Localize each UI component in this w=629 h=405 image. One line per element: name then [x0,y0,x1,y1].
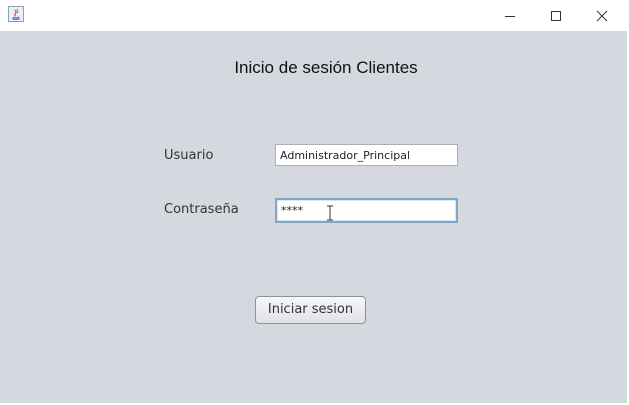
minimize-icon [505,15,515,17]
page-title: Inicio de sesión Clientes [234,58,418,77]
text-cursor-icon [327,205,333,221]
username-field[interactable] [275,144,458,166]
maximize-icon [551,10,561,21]
minimize-button[interactable] [487,0,533,31]
login-panel: Inicio de sesión Clientes Usuario Contra… [0,31,629,403]
login-button[interactable]: Iniciar sesion [255,296,366,324]
title-bar[interactable] [0,0,629,31]
maximize-button[interactable] [533,0,579,31]
close-button[interactable] [579,0,625,31]
username-label: Usuario [164,148,214,163]
password-field[interactable] [275,198,458,223]
close-icon [596,10,608,21]
password-label: Contraseña [164,202,239,217]
login-window: Inicio de sesión Clientes Usuario Contra… [0,0,629,405]
java-app-icon [8,6,24,22]
